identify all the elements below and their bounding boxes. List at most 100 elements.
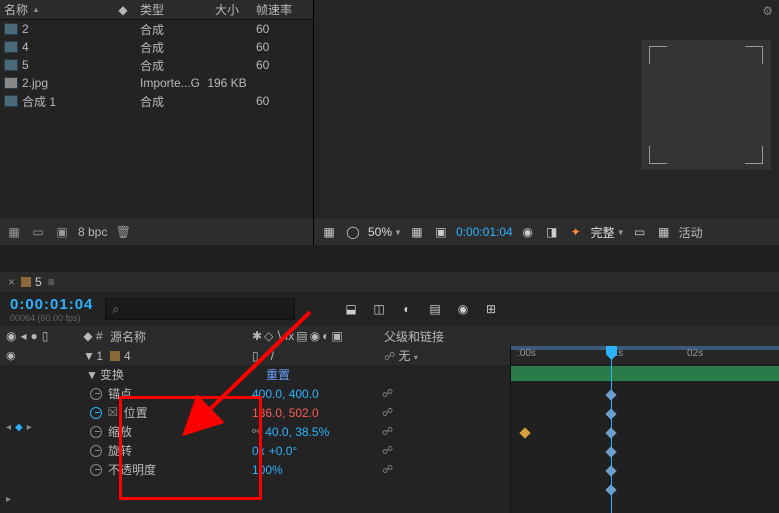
timeline-columns-header: ◉ ◂ ● ▯ ◆ # 源名称 ✱ ◇ ∖ fx ▤ ◉ ◐ ▣ 父级和链接 bbox=[0, 326, 779, 346]
solo-header-icon[interactable]: ● bbox=[31, 329, 38, 343]
timeline-search-input[interactable]: ⌕ bbox=[105, 298, 295, 320]
color-mgmt-icon[interactable]: ✦ bbox=[567, 223, 585, 241]
comp-mini-flowchart-icon[interactable]: ⬓ bbox=[342, 300, 360, 318]
source-name-header[interactable]: 源名称 bbox=[106, 328, 252, 345]
keyframe-diamond[interactable] bbox=[519, 427, 530, 438]
new-comp-icon[interactable]: ▣ bbox=[54, 225, 70, 239]
property-row-position[interactable]: ⮽ 位置 186.0, 502.0 ☍ bbox=[0, 403, 510, 422]
expression-pickwhip-icon[interactable]: ☍ bbox=[382, 387, 393, 400]
twirl-down-icon[interactable]: ▼ bbox=[86, 368, 96, 382]
playhead[interactable] bbox=[611, 346, 612, 513]
stopwatch-icon[interactable] bbox=[90, 426, 102, 438]
frame-blend-icon[interactable]: ▤ bbox=[426, 300, 444, 318]
add-key-icon[interactable]: ◆ bbox=[15, 422, 23, 433]
layer-row[interactable]: ◉ ▼ 1 4 ▯ / bbox=[0, 346, 510, 365]
stopwatch-icon[interactable] bbox=[90, 445, 102, 457]
timeline-timecode[interactable]: 0:00:01:04 bbox=[10, 296, 93, 313]
stopwatch-icon[interactable] bbox=[90, 464, 102, 476]
close-tab-icon[interactable]: × bbox=[8, 275, 15, 289]
work-area-bar[interactable] bbox=[511, 346, 779, 350]
audio-header-icon[interactable]: ◂ bbox=[20, 329, 26, 343]
timeline-tab[interactable]: 5 bbox=[21, 275, 42, 289]
layer-switch[interactable]: / bbox=[271, 349, 274, 363]
resolution-dropdown[interactable]: 完整▼ bbox=[591, 224, 625, 241]
roi-icon[interactable]: ▭ bbox=[631, 223, 649, 241]
link-constrain-icon[interactable]: ⚯ bbox=[252, 425, 261, 438]
grid-icon[interactable]: ▦ bbox=[408, 223, 426, 241]
col-tag-header[interactable]: ◆ bbox=[110, 3, 136, 17]
stopwatch-icon[interactable] bbox=[90, 407, 102, 419]
anchor-value[interactable]: 400.0, 400.0 bbox=[252, 387, 382, 401]
property-row-anchor[interactable]: 锚点 400.0, 400.0 ☍ bbox=[0, 384, 510, 403]
parent-dropdown[interactable]: 无 bbox=[398, 349, 410, 363]
graph-editor-icon[interactable]: ⊞ bbox=[482, 300, 500, 318]
property-row-opacity[interactable]: 不透明度 100% ☍ bbox=[0, 460, 510, 479]
keyframe-navigator[interactable]: ◂ ◆ ▸ bbox=[6, 422, 32, 433]
visibility-toggle-icon[interactable]: ◉ bbox=[6, 349, 16, 362]
motion-blur-icon[interactable]: ◉ bbox=[454, 300, 472, 318]
timeline-graph[interactable]: :00s 01s 02s bbox=[510, 346, 779, 513]
show-channel-icon[interactable]: ◨ bbox=[543, 223, 561, 241]
position-value[interactable]: 186.0, 502.0 bbox=[252, 406, 382, 420]
time-ruler[interactable]: :00s 01s 02s bbox=[511, 346, 779, 364]
expression-pickwhip-icon[interactable]: ☍ bbox=[382, 425, 393, 438]
transparency-grid-icon[interactable]: ▦ bbox=[655, 223, 673, 241]
layer-duration-bar[interactable] bbox=[511, 366, 779, 381]
rotation-value[interactable]: 0x +0.0° bbox=[252, 444, 382, 458]
expression-pickwhip-icon[interactable]: ☍ bbox=[382, 444, 393, 457]
composition-viewer[interactable]: ⚙ bbox=[314, 0, 779, 219]
lock-header-icon[interactable]: ▯ bbox=[42, 329, 49, 343]
prev-key-icon[interactable]: ◂ bbox=[6, 422, 11, 433]
project-row[interactable]: 5 合成 60 bbox=[0, 56, 313, 74]
alpha-toggle-icon[interactable]: ▦ bbox=[320, 223, 338, 241]
current-time-display[interactable]: 0:00:01:04 bbox=[456, 225, 513, 239]
bpc-toggle[interactable]: 8 bpc bbox=[78, 225, 107, 239]
draft-3d-icon[interactable]: ◫ bbox=[370, 300, 388, 318]
switch-icon: ◇ bbox=[264, 329, 273, 343]
switch-icon: ▤ bbox=[296, 329, 307, 343]
graph-icon: ⮽ bbox=[108, 405, 118, 420]
shy-icon[interactable]: ◐ bbox=[398, 300, 416, 318]
active-camera-dropdown[interactable]: 活动 bbox=[679, 224, 703, 241]
flowchart-icon[interactable]: ⚙ bbox=[762, 4, 773, 18]
project-row[interactable]: 合成 1 合成 60 bbox=[0, 92, 313, 110]
project-row[interactable]: 4 合成 60 bbox=[0, 38, 313, 56]
toggle-switches-icon[interactable]: ▸ bbox=[6, 494, 11, 505]
snapshot-icon[interactable]: ◉ bbox=[519, 223, 537, 241]
project-row[interactable]: 2.jpg Importe...G 196 KB bbox=[0, 74, 313, 92]
switch-icon: ∖ bbox=[275, 329, 283, 343]
col-fps-header[interactable]: 帧速率 bbox=[252, 1, 312, 18]
new-folder-icon[interactable]: ▭ bbox=[30, 225, 46, 239]
reset-link[interactable]: 重置 bbox=[266, 366, 290, 383]
guides-icon[interactable]: ▣ bbox=[432, 223, 450, 241]
stopwatch-icon[interactable] bbox=[90, 388, 102, 400]
mask-toggle-icon[interactable]: ◯ bbox=[344, 223, 362, 241]
twirl-down-icon[interactable]: ▼ bbox=[83, 349, 93, 363]
timeline-layer-tree: ◉ ▼ 1 4 ▯ / bbox=[0, 346, 510, 513]
tab-menu-icon[interactable]: ≡ bbox=[48, 275, 55, 289]
layer-name[interactable]: 4 bbox=[124, 349, 131, 363]
transform-group[interactable]: ▼ 变换 重置 bbox=[0, 365, 510, 384]
scale-value[interactable]: ⚯ 40.0, 38.5% bbox=[252, 425, 382, 439]
project-row[interactable]: 2 合成 60 bbox=[0, 20, 313, 38]
trash-icon[interactable]: 🗑 bbox=[115, 225, 131, 239]
col-size-header[interactable]: 大小 bbox=[202, 1, 252, 18]
property-row-scale[interactable]: 缩放 ⚯ 40.0, 38.5% ☍ bbox=[0, 422, 510, 441]
parent-link-header[interactable]: 父级和链接 bbox=[380, 328, 508, 345]
col-name-header[interactable]: 名称 ▲ bbox=[0, 1, 110, 18]
layer-color-swatch bbox=[110, 351, 120, 361]
zoom-dropdown[interactable]: 50%▼ bbox=[368, 225, 402, 239]
comp-icon bbox=[4, 41, 18, 53]
interpret-footage-icon[interactable]: ▦ bbox=[6, 225, 22, 239]
col-type-header[interactable]: 类型 bbox=[136, 1, 202, 18]
layer-switch[interactable]: ▯ bbox=[252, 349, 259, 363]
chevron-down-icon: ▼ bbox=[617, 228, 625, 237]
expression-pickwhip-icon[interactable]: ☍ bbox=[382, 406, 393, 419]
visibility-header-icon[interactable]: ◉ bbox=[6, 329, 16, 343]
property-row-rotation[interactable]: 旋转 0x +0.0° ☍ bbox=[0, 441, 510, 460]
opacity-value[interactable]: 100% bbox=[252, 463, 382, 477]
pickwhip-icon[interactable]: ☍ bbox=[384, 351, 395, 363]
safe-corner-icon bbox=[649, 46, 667, 64]
expression-pickwhip-icon[interactable]: ☍ bbox=[382, 463, 393, 476]
next-key-icon[interactable]: ▸ bbox=[27, 422, 32, 433]
